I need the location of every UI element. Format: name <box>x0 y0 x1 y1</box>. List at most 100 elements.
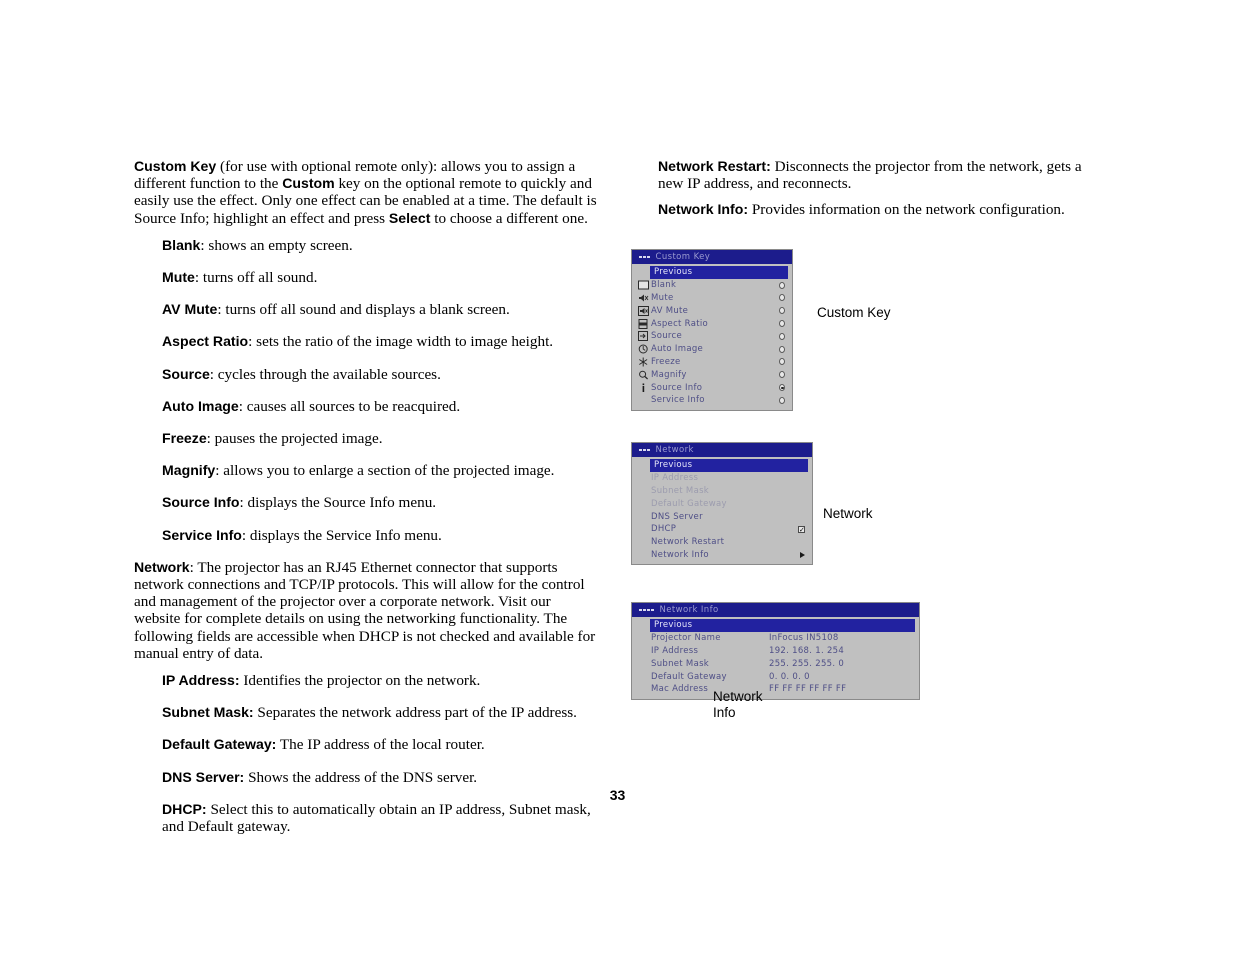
network-field-item: Subnet Mask: Separates the network addre… <box>134 704 600 721</box>
osd-radio[interactable] <box>779 281 792 289</box>
custom-term: Custom <box>282 175 335 192</box>
osd-item-label: Auto Image <box>651 344 704 355</box>
osd-item-label: Source Info <box>651 382 703 393</box>
osd-item-default-gateway: Default Gateway <box>632 497 812 510</box>
osd-item-label: Network Restart <box>651 537 725 548</box>
network-desc: : The projector has an RJ45 Ethernet con… <box>134 558 596 662</box>
osd-item-network-info[interactable]: Network Info <box>632 549 812 562</box>
osd-item-source[interactable]: Source <box>632 330 792 343</box>
network-field-item: IP Address: Identifies the projector on … <box>134 672 600 689</box>
network-info-term: Network Info: <box>658 201 749 218</box>
osd-radio[interactable] <box>779 396 792 404</box>
osd-info-key: Default Gateway <box>651 671 727 682</box>
osd-item-previous[interactable]: Previous <box>650 266 788 279</box>
osd-radio[interactable] <box>779 307 792 315</box>
osd-radio[interactable] <box>779 371 792 379</box>
effect-item: Freeze: pauses the projected image. <box>134 430 600 447</box>
info-icon <box>636 383 651 393</box>
osd-item-av-mute[interactable]: AV Mute <box>632 304 792 317</box>
effect-term: Source <box>162 365 210 382</box>
network-restart-paragraph: Network Restart: Disconnects the project… <box>658 158 1094 192</box>
osd-radio[interactable] <box>779 332 792 340</box>
osd-item-service-info[interactable]: Service Info <box>632 394 792 407</box>
osd-radio[interactable] <box>779 320 792 328</box>
osd-item-previous[interactable]: Previous <box>650 619 915 632</box>
effect-desc: : pauses the projected image. <box>206 430 383 448</box>
osd-info-value: 0. 0. 0. 0 <box>769 671 810 682</box>
osd-item-list: Previous IP Address Subnet Mask Default … <box>632 457 812 564</box>
effect-term: Source Info <box>162 494 240 511</box>
osd-info-row-projector-name: Projector Name InFocus IN5108 <box>632 632 919 645</box>
network-field-term: Subnet Mask: <box>162 704 254 721</box>
effect-term: Service Info <box>162 526 242 543</box>
osd-item-magnify[interactable]: Magnify <box>632 368 792 381</box>
blank-icon <box>636 280 651 290</box>
right-text-column: Network Restart: Disconnects the project… <box>658 158 1094 228</box>
network-field-item: Default Gateway: The IP address of the l… <box>134 736 600 753</box>
osd-info-key: IP Address <box>651 645 699 656</box>
osd-radio[interactable] <box>779 358 792 366</box>
osd-item-source-info[interactable]: Source Info <box>632 381 792 394</box>
network-field-desc: Shows the address of the DNS server. <box>244 768 478 786</box>
osd-item-auto-image[interactable]: Auto Image <box>632 343 792 356</box>
effect-desc: : displays the Service Info menu. <box>241 526 442 544</box>
osd-item-label: Aspect Ratio <box>651 318 708 329</box>
osd-menu-network: Network Previous IP Address Subnet Mask … <box>631 442 813 566</box>
effect-desc: : cycles through the available sources. <box>209 365 441 383</box>
network-field-term: DNS Server: <box>162 768 245 785</box>
effect-item: Source: cycles through the available sou… <box>134 366 600 383</box>
effect-term: Magnify <box>162 462 216 479</box>
dhcp-checkbox[interactable]: ✓ <box>798 525 812 533</box>
osd-item-dns-server[interactable]: DNS Server <box>632 510 812 523</box>
osd-item-blank[interactable]: Blank <box>632 279 792 292</box>
osd-item-network-restart[interactable]: Network Restart <box>632 536 812 549</box>
osd-info-value: 192. 168. 1. 254 <box>769 645 845 656</box>
osd-item-aspect-ratio[interactable]: Aspect Ratio <box>632 317 792 330</box>
osd-item-freeze[interactable]: Freeze <box>632 356 792 369</box>
custom-key-intro-paragraph: Custom Key (for use with optional remote… <box>134 158 600 227</box>
menu-dots-icon <box>638 255 650 259</box>
effect-item: Source Info: displays the Source Info me… <box>134 494 600 511</box>
effect-item: Aspect Ratio: sets the ratio of the imag… <box>134 333 600 350</box>
effect-desc: : turns off all sound and displays a bla… <box>217 301 510 319</box>
freeze-icon <box>636 357 651 367</box>
figure-caption-custom-key: Custom Key <box>817 305 891 320</box>
effect-item: Service Info: displays the Service Info … <box>134 527 600 544</box>
auto-image-icon <box>636 344 651 354</box>
network-restart-term: Network Restart: <box>658 158 771 174</box>
network-field-desc: Select this to automatically obtain an I… <box>162 800 591 836</box>
source-icon <box>636 331 651 342</box>
osd-info-value: InFocus IN5108 <box>769 633 839 644</box>
osd-info-row-subnet-mask: Subnet Mask 255. 255. 255. 0 <box>632 657 919 670</box>
osd-item-dhcp[interactable]: DHCP ✓ <box>632 523 812 536</box>
osd-item-label: Network Info <box>651 549 709 560</box>
osd-radio[interactable] <box>779 294 792 302</box>
custom-key-intro-text-3: to choose a different one. <box>430 209 588 227</box>
effect-term: Freeze <box>162 430 207 447</box>
network-field-item: DHCP: Select this to automatically obtai… <box>134 801 600 835</box>
menu-dots-icon <box>638 608 654 612</box>
page-number: 33 <box>609 787 626 803</box>
left-text-column: Custom Key (for use with optional remote… <box>134 158 600 850</box>
osd-title-label: Network Info <box>659 605 719 615</box>
osd-item-label: AV Mute <box>651 305 689 316</box>
osd-item-label: Mute <box>651 292 674 303</box>
osd-item-previous[interactable]: Previous <box>650 459 808 472</box>
osd-item-label: DHCP <box>651 524 677 535</box>
osd-item-label: Source <box>651 331 682 342</box>
osd-item-label: IP Address <box>651 473 699 484</box>
osd-title-label: Custom Key <box>655 252 711 262</box>
osd-item-mute[interactable]: Mute <box>632 292 792 305</box>
osd-item-label: Freeze <box>651 356 681 367</box>
osd-radio-selected[interactable] <box>779 384 792 392</box>
mute-icon <box>636 293 651 303</box>
osd-info-row-mac-address: Mac Address FF FF FF FF FF FF <box>632 683 919 696</box>
osd-radio[interactable] <box>779 345 792 353</box>
effect-item: AV Mute: turns off all sound and display… <box>134 301 600 318</box>
network-field-desc: The IP address of the local router. <box>276 736 485 754</box>
osd-title-bar: Network <box>632 443 812 457</box>
osd-info-key: Projector Name <box>651 633 721 644</box>
osd-menu-custom-key: Custom Key Previous Blank Mute AV Mute A… <box>631 249 793 411</box>
osd-title-label: Network <box>655 445 694 455</box>
av-mute-icon <box>636 305 651 316</box>
